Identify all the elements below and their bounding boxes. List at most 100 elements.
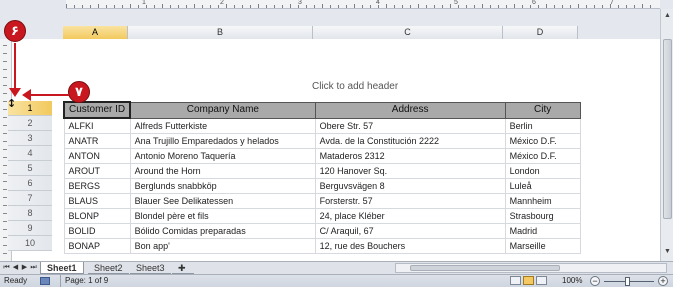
ruler-tick (154, 5, 155, 8)
cell[interactable]: Madrid (504, 223, 581, 239)
ruler-tick (130, 4, 131, 8)
cell[interactable]: AROUT (63, 163, 131, 179)
cell[interactable]: Mannheim (504, 193, 581, 209)
row-header-9[interactable]: 9 (8, 221, 52, 236)
table-row: ALFKI Alfreds Futterkiste Obere Str. 57 Ber… (63, 117, 581, 134)
column-header-bar: A B C D (0, 9, 660, 39)
prev-sheet-icon[interactable]: ◀ (11, 263, 20, 273)
cell[interactable]: Luleå (504, 178, 581, 194)
callout-6-arrowhead-icon (9, 88, 21, 97)
scroll-up-icon[interactable]: ▲ (662, 11, 673, 21)
cell[interactable]: Obere Str. 57 (314, 117, 506, 134)
ruler-tick (266, 5, 267, 8)
vertical-scrollbar[interactable]: ▲ ▼ (660, 9, 673, 261)
ruler-tick (122, 5, 123, 8)
ruler-tick (138, 5, 139, 8)
cell[interactable]: Blondel père et fils (129, 208, 316, 224)
cell[interactable]: Avda. de la Constitución 2222 (314, 133, 506, 149)
zoom-out-icon[interactable]: − (590, 276, 600, 286)
ruler-tick (490, 5, 491, 8)
cell[interactable]: México D.F. (504, 148, 581, 164)
cell[interactable]: 120 Hanover Sq. (314, 163, 506, 179)
horizontal-ruler[interactable]: 1 2 3 4 5 6 7 (66, 0, 660, 9)
cell[interactable]: ALFKI (63, 117, 131, 134)
page-break-view-icon[interactable] (536, 276, 547, 285)
cell[interactable]: Berlin (504, 117, 581, 134)
cell[interactable]: 12, rue des Bouchers (314, 238, 506, 254)
ruler-number: 7 (610, 0, 614, 6)
column-header-b[interactable]: B (128, 26, 313, 39)
cell[interactable]: ANATR (63, 133, 131, 149)
horizontal-scroll-thumb[interactable] (410, 265, 560, 271)
cell[interactable]: C/ Araquil, 67 (314, 223, 506, 239)
row-header-10[interactable]: 10 (8, 236, 52, 251)
insert-sheet-icon[interactable]: ✚ (172, 262, 194, 274)
ruler-tick (482, 4, 483, 8)
status-page-number: Page: 1 of 9 (60, 275, 108, 287)
header-cell-customer-id[interactable]: Customer ID (62, 101, 132, 119)
cell[interactable]: ANTON (63, 148, 131, 164)
column-header-d[interactable]: D (503, 26, 578, 39)
ruler-tick (314, 5, 315, 8)
last-sheet-icon[interactable]: ⏭ (29, 263, 38, 273)
row-header-7[interactable]: 7 (8, 191, 52, 206)
cell[interactable]: BLONP (63, 208, 131, 224)
cell[interactable]: Mataderos 2312 (314, 148, 506, 164)
cell[interactable]: México D.F. (504, 133, 581, 149)
header-cell-address[interactable]: Address (314, 101, 506, 119)
cell[interactable]: Strasbourg (504, 208, 581, 224)
cell[interactable]: Marseille (504, 238, 581, 254)
horizontal-scrollbar[interactable] (395, 263, 667, 273)
vertical-scroll-thumb[interactable] (663, 39, 672, 219)
row-header-5[interactable]: 5 (8, 161, 52, 176)
zoom-slider-knob[interactable] (625, 277, 630, 286)
cell[interactable]: Bon app' (129, 238, 316, 254)
cell[interactable]: Forsterstr. 57 (314, 193, 506, 209)
tab-sheet3[interactable]: Sheet3 (130, 262, 171, 274)
column-header-c[interactable]: C (313, 26, 503, 39)
ruler-tick (290, 4, 291, 8)
cell[interactable]: BONAP (63, 238, 131, 254)
cell[interactable]: BERGS (63, 178, 131, 194)
ruler-tick (3, 189, 7, 190)
ruler-tick (3, 245, 7, 246)
row-header-8[interactable]: 8 (8, 206, 52, 221)
zoom-level[interactable]: 100% (562, 275, 582, 287)
cell[interactable]: Around the Horn (129, 163, 316, 179)
header-cell-company-name[interactable]: Company Name (129, 101, 316, 119)
next-sheet-icon[interactable]: ▶ (20, 263, 29, 273)
cell[interactable]: Ana Trujillo Emparedados y helados (129, 133, 316, 149)
row-header-6[interactable]: 6 (8, 176, 52, 191)
macro-record-icon[interactable] (40, 277, 50, 285)
row-header-2[interactable]: 2 (8, 116, 52, 131)
header-cell-city[interactable]: City (504, 101, 581, 119)
ruler-tick (362, 5, 363, 8)
row-header-3[interactable]: 3 (8, 131, 52, 146)
cell[interactable]: BOLID (63, 223, 131, 239)
cell[interactable]: Bólido Comidas preparadas (129, 223, 316, 239)
page-layout-view-icon[interactable] (523, 276, 534, 285)
first-sheet-icon[interactable]: ⏮ (2, 263, 11, 273)
normal-view-icon[interactable] (510, 276, 521, 285)
scroll-down-icon[interactable]: ▼ (662, 247, 673, 257)
tab-sheet2[interactable]: Sheet2 (88, 262, 129, 274)
add-header-placeholder[interactable]: Click to add header (312, 81, 398, 92)
ruler-tick (82, 5, 83, 8)
cell[interactable]: Alfreds Futterkiste (129, 117, 316, 134)
ruler-tick (210, 5, 211, 8)
customer-table: Customer ID Company Name Address City AL… (62, 101, 581, 254)
tab-sheet1[interactable]: Sheet1 (40, 262, 84, 274)
cell[interactable]: Antonio Moreno Taquería (129, 148, 316, 164)
column-header-a[interactable]: A (63, 26, 128, 39)
cell[interactable]: Berguvsvägen 8 (314, 178, 506, 194)
callout-7-arrow (29, 94, 69, 96)
ruler-tick (346, 5, 347, 8)
cell[interactable]: BLAUS (63, 193, 131, 209)
row-header-4[interactable]: 4 (8, 146, 52, 161)
cell[interactable]: London (504, 163, 581, 179)
ruler-tick (3, 181, 7, 182)
cell[interactable]: Berglunds snabbköp (129, 178, 316, 194)
cell[interactable]: Blauer See Delikatessen (129, 193, 316, 209)
cell[interactable]: 24, place Kléber (314, 208, 506, 224)
zoom-in-icon[interactable]: + (658, 276, 668, 286)
